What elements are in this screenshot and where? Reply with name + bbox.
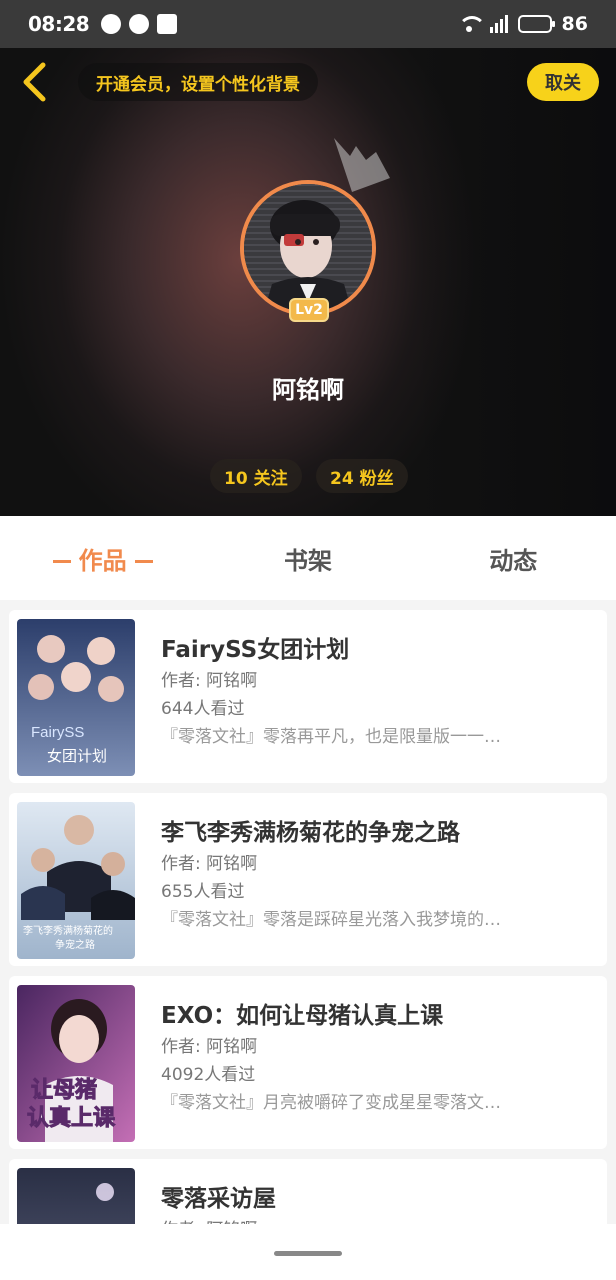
work-author: 作者: 阿铭啊: [161, 1215, 257, 1224]
followers-text: 24 粉丝: [330, 468, 394, 489]
vip-background-prompt[interactable]: 开通会员，设置个性化背景: [78, 63, 318, 101]
system-nav-bar: [0, 1224, 616, 1280]
work-author: 作者: 阿铭啊: [161, 671, 258, 691]
cover-title-2: 女团计划: [47, 747, 107, 765]
work-author: 作者: 阿铭啊: [161, 854, 258, 874]
tab-indicator: [134, 560, 153, 563]
battery-level: 86: [561, 13, 588, 35]
level-badge: Lv2: [289, 298, 329, 322]
level-text: Lv2: [295, 302, 323, 318]
tab-bookshelf[interactable]: 书架: [205, 541, 410, 576]
work-views: 644人看过: [161, 699, 245, 719]
work-description: 『零落文社』零落是踩碎星光落入我梦境的…: [161, 910, 501, 930]
work-description: 『零落文社』月亮被嚼碎了变成星星零落文…: [161, 1093, 501, 1113]
battery-icon: [517, 15, 555, 33]
book-cover[interactable]: 李飞李秀满杨菊花的 争宠之路: [17, 802, 135, 959]
followers-count[interactable]: 24 粉丝: [316, 459, 408, 493]
signal-icon: [489, 15, 508, 33]
cover-title-2: 争宠之路: [55, 938, 95, 951]
header-shade: [416, 48, 616, 516]
vip-prompt-text: 开通会员，设置个性化背景: [96, 74, 300, 95]
works-list: FairySS 女团计划 FairySS女团计划 作者: 阿铭啊 644人看过 …: [9, 610, 607, 1224]
tab-activity[interactable]: 动态: [411, 541, 616, 576]
cover-image: 让母猪 认真上课: [17, 985, 135, 1142]
status-time: 08:28: [28, 12, 90, 36]
chevron-left-icon: [23, 62, 46, 102]
profile-tabs: 作品 书架 动态: [0, 516, 616, 600]
tab-indicator: [52, 560, 71, 563]
cover-image: FairySS 女团计划: [17, 619, 135, 776]
profile-header: 08:28 86 开通会员，设置个性化背景 取关 Lv2 阿铭啊 10 关注 2…: [0, 0, 616, 516]
wechat-icon: [129, 14, 150, 34]
following-count[interactable]: 10 关注: [210, 459, 302, 493]
work-author: 作者: 阿铭啊: [161, 1037, 258, 1057]
work-card[interactable]: 零落采访屋 作者: 阿铭啊: [9, 1159, 607, 1224]
work-views: 4092人看过: [161, 1065, 256, 1085]
chat-bubble-icon: [101, 14, 122, 34]
wifi-icon: [457, 16, 486, 32]
cover-image: [17, 1168, 135, 1224]
avatar-image: [244, 184, 372, 312]
cover-title-1: 让母猪: [31, 1077, 97, 1102]
tab-works[interactable]: 作品: [0, 541, 205, 576]
tab-activity-label: 动态: [489, 546, 538, 575]
avatar[interactable]: [240, 180, 376, 316]
unfollow-label: 取关: [545, 73, 581, 94]
work-title[interactable]: EXO：如何让母猪认真上课: [161, 996, 443, 1030]
cover-title-2: 认真上课: [27, 1105, 116, 1130]
work-card[interactable]: 让母猪 认真上课 EXO：如何让母猪认真上课 作者: 阿铭啊 4092人看过 『…: [9, 976, 607, 1149]
work-title[interactable]: 李飞李秀满杨菊花的争宠之路: [161, 813, 460, 847]
home-gesture-handle[interactable]: [274, 1251, 342, 1256]
cover-title-1: FairySS: [31, 724, 84, 741]
tab-bookshelf-label: 书架: [283, 546, 332, 575]
cover-image: 李飞李秀满杨菊花的 争宠之路: [17, 802, 135, 959]
book-cover[interactable]: [17, 1168, 135, 1224]
work-card[interactable]: FairySS 女团计划 FairySS女团计划 作者: 阿铭啊 644人看过 …: [9, 610, 607, 783]
back-button[interactable]: [16, 60, 52, 104]
inbox-check-icon: [157, 14, 178, 34]
work-description: 『零落文社』零落再平凡，也是限量版一一…: [161, 727, 501, 747]
unfollow-button[interactable]: 取关: [527, 63, 599, 101]
cover-title-1: 李飞李秀满杨菊花的: [23, 924, 113, 937]
book-cover[interactable]: 让母猪 认真上课: [17, 985, 135, 1142]
work-title[interactable]: 零落采访屋: [161, 1179, 276, 1213]
work-card[interactable]: 李飞李秀满杨菊花的 争宠之路 李飞李秀满杨菊花的争宠之路 作者: 阿铭啊 655…: [9, 793, 607, 966]
book-cover[interactable]: FairySS 女团计划: [17, 619, 135, 776]
work-views: 655人看过: [161, 882, 245, 902]
username: 阿铭啊: [272, 376, 344, 404]
following-text: 10 关注: [224, 468, 288, 489]
status-bar: 08:28 86: [0, 0, 616, 48]
tab-works-label: 作品: [78, 546, 127, 575]
work-title[interactable]: FairySS女团计划: [161, 630, 349, 664]
